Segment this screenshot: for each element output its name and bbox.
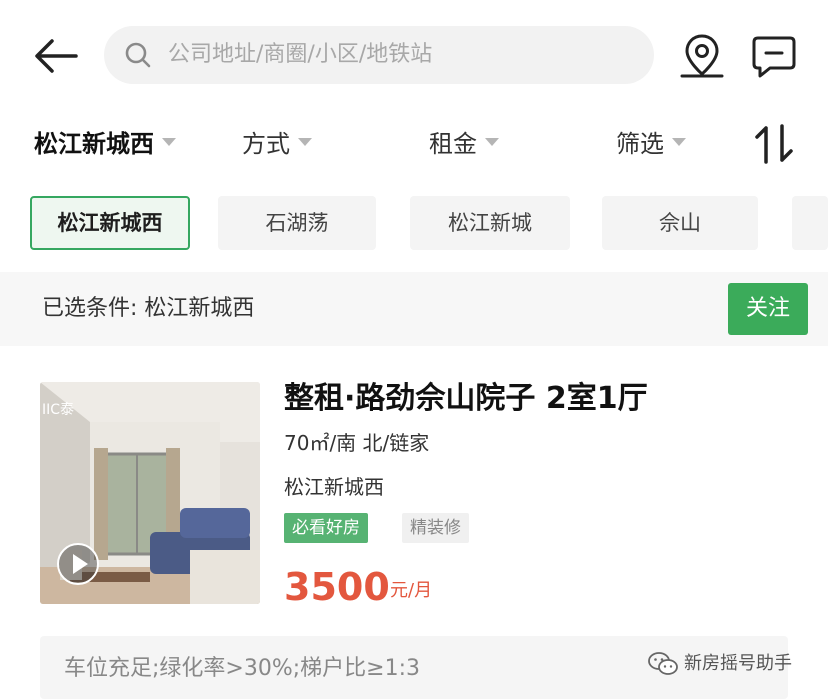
chip-shihudang[interactable]: 石湖荡	[218, 196, 376, 250]
listing-description: 车位充足;绿化率>30%;梯户比≥1:3	[64, 656, 420, 681]
map-button[interactable]	[676, 30, 728, 82]
filter-rent[interactable]: 租金	[429, 124, 499, 164]
filter-more[interactable]: 筛选	[616, 124, 686, 164]
caret-down-icon	[672, 138, 686, 146]
listing-area: 松江新城西	[284, 475, 384, 499]
photo-watermark: IIC泰	[42, 402, 74, 418]
search-placeholder: 公司地址/商圈/小区/地铁站	[168, 42, 433, 67]
chip-songjiang-new-city[interactable]: 松江新城	[410, 196, 570, 250]
listing-meta: 70㎡/南 北/链家	[284, 431, 430, 455]
search-input[interactable]: 公司地址/商圈/小区/地铁站	[104, 26, 654, 84]
listing-price: 3500	[284, 565, 390, 609]
chip-sheshan[interactable]: 佘山	[602, 196, 758, 250]
filter-type-label: 方式	[242, 130, 290, 158]
listing-photo[interactable]: IIC泰	[40, 382, 260, 604]
watermark: 新房摇号助手	[648, 646, 792, 682]
filter-more-label: 筛选	[616, 130, 664, 158]
back-button[interactable]	[32, 36, 80, 76]
chip-partial[interactable]	[792, 196, 828, 250]
search-icon	[125, 42, 151, 68]
message-button[interactable]	[748, 30, 800, 82]
back-arrow-icon	[35, 39, 78, 73]
filter-area-label: 松江新城西	[34, 130, 154, 158]
follow-button[interactable]: 关注	[728, 283, 808, 335]
filter-area[interactable]: 松江新城西	[34, 124, 176, 164]
watermark-text: 新房摇号助手	[684, 653, 792, 674]
tag-decoration: 精装修	[402, 513, 469, 543]
filter-type[interactable]: 方式	[242, 124, 312, 164]
caret-down-icon	[485, 138, 499, 146]
sort-button[interactable]	[752, 122, 796, 166]
filter-rent-label: 租金	[429, 130, 477, 158]
caret-down-icon	[162, 138, 176, 146]
room-photo: IIC泰	[40, 382, 260, 604]
tag-must-see: 必看好房	[284, 513, 368, 543]
chip-songjiang-new-city-west[interactable]: 松江新城西	[30, 196, 190, 250]
caret-down-icon	[298, 138, 312, 146]
map-pin-icon	[680, 34, 724, 78]
wechat-icon	[648, 652, 678, 675]
selected-conditions-text: 已选条件: 松江新城西	[42, 296, 255, 321]
sort-icon	[755, 124, 793, 164]
listing-title[interactable]: 整租·路劲佘山院子 2室1厅	[284, 376, 648, 422]
message-icon	[752, 36, 796, 78]
listing-price-unit: 元/月	[390, 580, 433, 601]
